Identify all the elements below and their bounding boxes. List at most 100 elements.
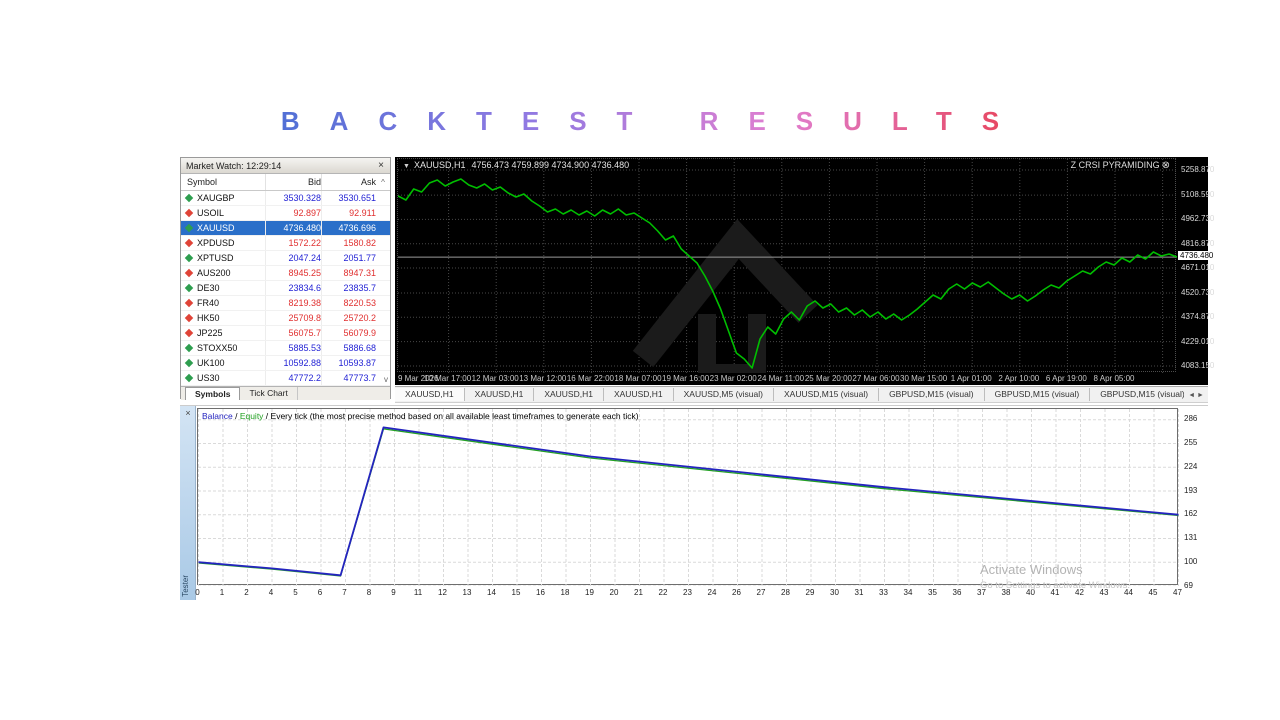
row-pad (376, 296, 390, 310)
bid-cell: 25709.8 (265, 311, 321, 325)
price-label: 5258.870 (1181, 165, 1214, 174)
down-arrow-icon (185, 239, 193, 247)
tester-close-icon[interactable]: × (180, 408, 196, 418)
chart-tab[interactable]: GBPUSD,M15 (visual) (1090, 388, 1196, 401)
current-price-box: 4736.480 (1178, 251, 1215, 260)
x-tick-label: 12 (438, 588, 447, 597)
y-tick-label: 193 (1184, 486, 1197, 495)
ask-cell: 47773.7 (321, 371, 376, 385)
x-tick-label: 7 (342, 588, 346, 597)
row-pad (376, 266, 390, 280)
trend-cell (181, 345, 197, 351)
tab-tick-chart[interactable]: Tick Chart (240, 387, 297, 400)
market-row[interactable]: US3047772.247773.7 (181, 371, 390, 386)
symbol-cell: STOXX50 (197, 343, 265, 353)
legend-sep: / (263, 411, 270, 421)
bid-cell: 3530.328 (265, 191, 321, 205)
row-pad (376, 206, 390, 220)
ask-cell: 2051.77 (321, 251, 376, 265)
y-tick-label: 100 (1184, 557, 1197, 566)
chart-symbol-period: XAUUSD,H1 (414, 160, 466, 170)
trend-cell (181, 300, 197, 306)
market-row[interactable]: DE3023834.623835.7 (181, 281, 390, 296)
y-tick-label: 224 (1184, 462, 1197, 471)
tab-symbols[interactable]: Symbols (185, 387, 240, 400)
time-label: 24 Mar 11:00 (758, 374, 805, 383)
close-icon[interactable]: × (375, 160, 387, 171)
chart-header: ▼ XAUUSD,H1 4756.473 4759.899 4734.900 473… (403, 160, 629, 170)
time-axis: 9 Mar 202610 Mar 17:0012 Mar 03:0013 Mar… (397, 374, 1176, 385)
market-row[interactable]: XAUGBP3530.3283530.651 (181, 191, 390, 206)
y-tick-label: 69 (1184, 581, 1193, 590)
market-row[interactable]: USOIL92.89792.911 (181, 206, 390, 221)
ask-cell: 1580.82 (321, 236, 376, 250)
price-label: 5108.590 (1181, 190, 1214, 199)
tester-panel: × Tester YOFOREX Balance / Equity / Ever… (180, 405, 1208, 599)
column-header-ask[interactable]: Ask (321, 174, 376, 190)
column-header-bid[interactable]: Bid (265, 174, 321, 190)
ask-cell: 8947.31 (321, 266, 376, 280)
x-tick-label: 22 (659, 588, 668, 597)
activate-windows-text: Activate Windows (980, 562, 1083, 577)
bid-cell: 56075.7 (265, 326, 321, 340)
chart-tab[interactable]: XAUUSD,H1 (465, 388, 535, 401)
scroll-up-icon[interactable]: ^ (376, 178, 390, 187)
market-watch-window: Market Watch: 12:29:14 × Symbol Bid Ask … (180, 157, 391, 399)
x-tick-label: 20 (610, 588, 619, 597)
chart-watermark-logo (643, 239, 808, 373)
time-label: 30 Mar 15:00 (900, 374, 947, 383)
up-arrow-icon (185, 374, 193, 382)
tab-scroll-arrows[interactable]: ◄ ► (1184, 388, 1208, 403)
up-arrow-icon (185, 344, 193, 352)
down-arrow-icon (185, 314, 193, 322)
market-row[interactable]: FR408219.388220.53 (181, 296, 390, 311)
indicator-close-icon[interactable]: ⊗ (1162, 160, 1170, 171)
trend-cell (181, 195, 197, 201)
legend-sep: / (233, 411, 240, 421)
price-label: 4962.730 (1181, 214, 1214, 223)
page-title: BACKTEST RESULTS (251, 106, 1029, 137)
market-row[interactable]: XAUUSD4736.4804736.696 (181, 221, 390, 236)
market-row[interactable]: UK10010592.8810593.87 (181, 356, 390, 371)
price-label: 4083.150 (1181, 361, 1214, 370)
scroll-down-icon[interactable]: v (384, 375, 388, 384)
candle-plot[interactable] (397, 158, 1176, 372)
market-row[interactable]: JP22556075.756079.9 (181, 326, 390, 341)
time-label: 1 Apr 01:00 (951, 374, 992, 383)
market-watch-rows: v XAUGBP3530.3283530.651USOIL92.89792.91… (181, 191, 390, 386)
chart-tab[interactable]: XAUUSD,H1 (604, 388, 674, 401)
symbol-cell: US30 (197, 373, 265, 383)
tester-graph[interactable]: Balance / Equity / Every tick (the most … (197, 408, 1178, 585)
market-row[interactable]: STOXX505885.535886.68 (181, 341, 390, 356)
x-tick-label: 11 (414, 588, 422, 597)
market-row[interactable]: XPDUSD1572.221580.82 (181, 236, 390, 251)
chart-tab[interactable]: XAUUSD,H1 (395, 388, 465, 401)
time-label: 13 Mar 12:00 (519, 374, 566, 383)
chart-tab[interactable]: XAUUSD,M5 (visual) (674, 388, 774, 401)
row-pad (376, 236, 390, 250)
chart-tab[interactable]: XAUUSD,H1 (534, 388, 604, 401)
market-row[interactable]: AUS2008945.258947.31 (181, 266, 390, 281)
market-row[interactable]: HK5025709.825720.2 (181, 311, 390, 326)
bid-cell: 1572.22 (265, 236, 321, 250)
chart-window: ▼ XAUUSD,H1 4756.473 4759.899 4734.900 473… (395, 157, 1208, 385)
row-pad (376, 281, 390, 295)
chart-tab[interactable]: GBPUSD,M15 (visual) (985, 388, 1091, 401)
chart-tab[interactable]: XAUUSD,M15 (visual) (774, 388, 879, 401)
chart-tab[interactable]: GBPUSD,M15 (visual) (879, 388, 985, 401)
chart-ohlc: 4756.473 4759.899 4734.900 4736.480 (471, 160, 629, 170)
x-tick-label: 24 (708, 588, 717, 597)
up-arrow-icon (185, 224, 193, 232)
market-row[interactable]: XPTUSD2047.242051.77 (181, 251, 390, 266)
ask-cell: 4736.696 (321, 221, 376, 235)
collapse-icon[interactable]: ▼ (403, 163, 410, 170)
up-arrow-icon (185, 284, 193, 292)
ask-cell: 92.911 (321, 206, 376, 220)
symbol-cell: AUS200 (197, 268, 265, 278)
symbol-cell: DE30 (197, 283, 265, 293)
y-tick-label: 162 (1184, 509, 1197, 518)
row-pad (376, 356, 390, 370)
column-header-symbol[interactable]: Symbol (181, 177, 265, 187)
bid-cell: 4736.480 (265, 221, 321, 235)
x-tick-label: 0 (195, 588, 199, 597)
